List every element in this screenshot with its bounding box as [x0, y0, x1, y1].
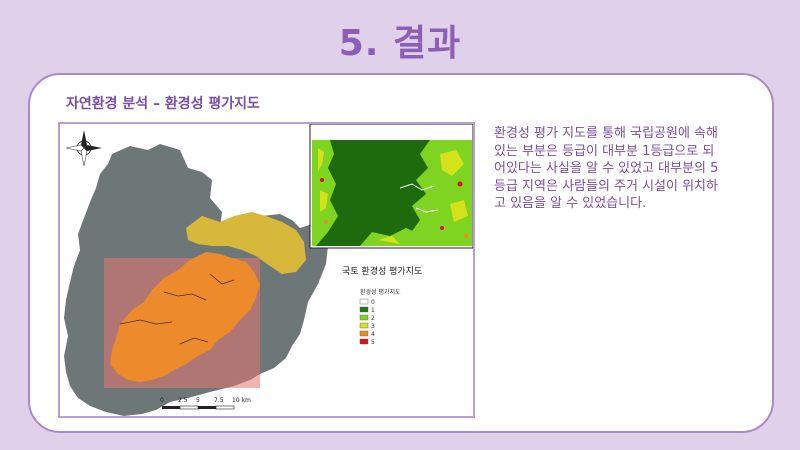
map-figure: 국토 환경성 평가지도 환경성 평가지도 012345 0 2.5 5 7.5 10 k… — [58, 122, 475, 418]
legend-label: 0 — [371, 299, 375, 306]
legend-swatch — [359, 314, 369, 321]
legend-label: 4 — [371, 331, 375, 338]
scale-tick-label: 7.5 — [214, 397, 224, 404]
map-svg: 국토 환경성 평가지도 환경성 평가지도 012345 0 2.5 5 7.5 10 k… — [64, 124, 473, 416]
legend-swatch — [359, 338, 369, 345]
legend-label: 2 — [371, 315, 375, 322]
legend-label: 3 — [371, 323, 375, 330]
north-arrow-icon — [65, 130, 102, 167]
legend-swatch — [359, 298, 369, 305]
scale-tick-label: 10 km — [232, 397, 251, 404]
scale-tick-label: 0 — [160, 397, 164, 404]
map-legend: 환경성 평가지도 012345 — [359, 288, 401, 346]
legend-label: 1 — [371, 307, 375, 314]
legend-title: 환경성 평가지도 — [360, 288, 401, 296]
scale-tick-label: 5 — [196, 397, 200, 404]
legend-swatch — [359, 330, 369, 337]
inset-caption: 국토 환경성 평가지도 — [342, 265, 422, 277]
description-text: 환경성 평가 지도를 통해 국립공원에 속해있는 부분은 등급이 대부분 1등급… — [494, 126, 719, 211]
slide-title: 5. 결과 — [338, 23, 462, 64]
inset-map — [309, 124, 473, 249]
section-subtitle: 자연환경 분석 – 환경성 평가지도 — [66, 96, 260, 112]
legend-label: 5 — [371, 339, 375, 346]
scale-tick-label: 2.5 — [178, 397, 188, 404]
legend-swatch — [359, 322, 369, 329]
legend-swatch — [359, 306, 369, 313]
